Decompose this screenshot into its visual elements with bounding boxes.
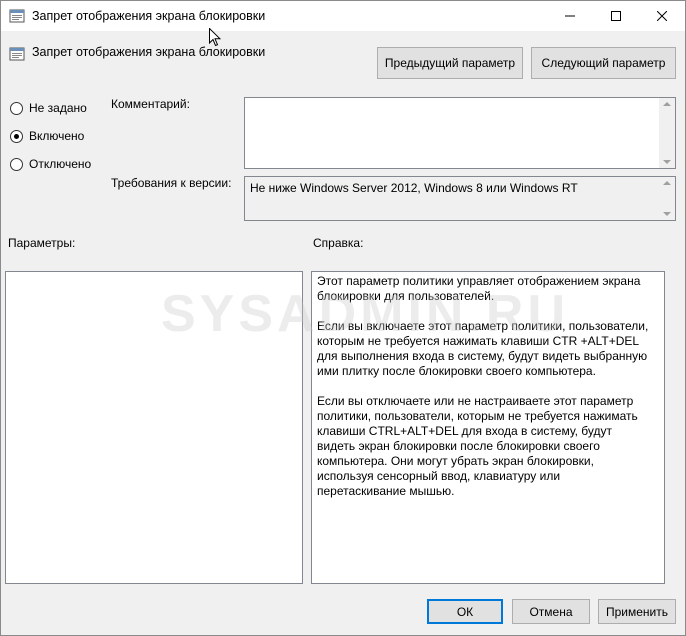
scroll-down-icon[interactable] <box>663 212 671 216</box>
help-paragraph: Если вы включаете этот параметр политики… <box>317 319 649 378</box>
next-setting-button[interactable]: Следующий параметр <box>531 47 676 79</box>
close-button[interactable] <box>639 1 685 31</box>
radio-disabled[interactable]: Отключено <box>10 157 91 171</box>
close-icon <box>657 11 667 21</box>
minimize-icon <box>565 15 575 17</box>
mouse-cursor-icon <box>209 27 222 50</box>
scroll-up-icon[interactable] <box>663 181 671 185</box>
help-text: Этот параметр политики управляет отображ… <box>317 274 652 514</box>
comment-label: Комментарий: <box>111 97 190 111</box>
policy-editor-icon <box>9 8 25 24</box>
radio-label: Не задано <box>29 101 87 115</box>
version-field: Не ниже Windows Server 2012, Windows 8 и… <box>244 176 676 221</box>
cancel-button[interactable]: Отмена <box>512 599 590 624</box>
params-label: Параметры: <box>8 236 76 250</box>
radio-enabled[interactable]: Включено <box>10 129 84 143</box>
window-title: Запрет отображения экрана блокировки <box>32 9 266 23</box>
help-paragraph: Этот параметр политики управляет отображ… <box>317 274 641 303</box>
scroll-up-icon[interactable] <box>663 102 671 106</box>
policy-title: Запрет отображения экрана блокировки <box>32 45 266 59</box>
maximize-icon <box>611 11 621 21</box>
radio-not-configured[interactable]: Не задано <box>10 101 87 115</box>
radio-label: Отключено <box>29 157 92 171</box>
params-panel <box>5 271 303 584</box>
radio-circle[interactable] <box>10 101 23 115</box>
help-paragraph: Если вы отключаете или не настраиваете э… <box>317 394 638 498</box>
version-value: Не ниже Windows Server 2012, Windows 8 и… <box>250 181 578 195</box>
policy-dialog: Запрет отображения экрана блокировки Зап… <box>0 0 686 636</box>
radio-circle[interactable] <box>10 129 23 143</box>
help-panel[interactable]: Этот параметр политики управляет отображ… <box>311 271 665 584</box>
apply-button[interactable]: Применить <box>598 599 676 624</box>
title-bar[interactable]: Запрет отображения экрана блокировки <box>1 1 685 31</box>
comment-textarea[interactable] <box>244 97 676 169</box>
comment-scrollbar[interactable] <box>659 98 675 168</box>
policy-setting-icon <box>9 46 25 62</box>
version-scrollbar[interactable] <box>659 177 675 220</box>
radio-circle[interactable] <box>10 157 23 171</box>
scroll-down-icon[interactable] <box>663 160 671 164</box>
previous-setting-button[interactable]: Предыдущий параметр <box>377 47 523 79</box>
minimize-button[interactable] <box>547 1 593 31</box>
help-label: Справка: <box>313 236 364 250</box>
ok-button[interactable]: ОК <box>427 599 503 624</box>
version-label: Требования к версии: <box>111 176 232 190</box>
radio-label: Включено <box>29 129 85 143</box>
maximize-button[interactable] <box>593 1 639 31</box>
